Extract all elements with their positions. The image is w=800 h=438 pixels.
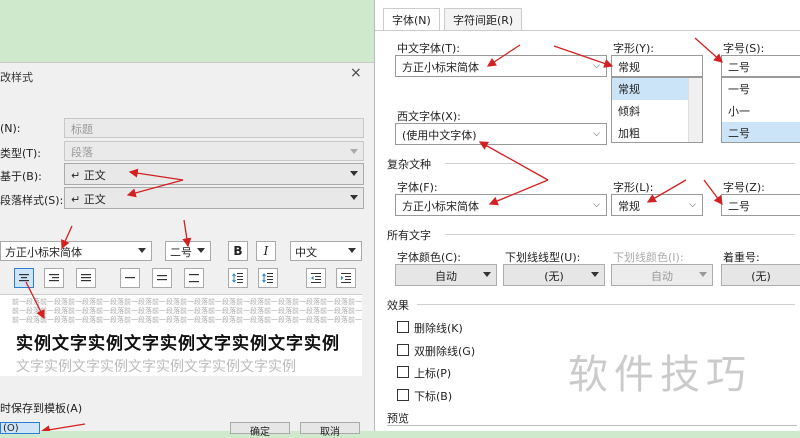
tab-divider bbox=[375, 30, 800, 31]
format-button[interactable]: (O) bbox=[0, 422, 40, 434]
underline-label: 下划线线型(U): bbox=[505, 251, 581, 264]
type-select: 段落 bbox=[64, 141, 364, 161]
size-option[interactable]: 二号 bbox=[722, 122, 800, 142]
underline-select[interactable]: (无) bbox=[503, 264, 605, 286]
based-on-label: 基于(B): bbox=[0, 170, 42, 183]
watermark: 软件技巧 bbox=[568, 352, 752, 398]
preview-prev-line: 前一段落前一段落前一段落前一段落前一段落前一段落前一段落前一段落前一段落前一段落… bbox=[12, 307, 362, 315]
language-select[interactable]: 中文 bbox=[290, 241, 362, 261]
space-after-icon[interactable] bbox=[258, 268, 278, 288]
complex-style-label: 字形(L): bbox=[613, 181, 654, 194]
dialog-title: 改样式 bbox=[0, 71, 33, 84]
based-on-select[interactable]: ↵ 正文 bbox=[64, 163, 364, 185]
close-icon[interactable]: × bbox=[350, 65, 362, 81]
preview-sample-text: 实例文字实例文字实例文字实例文字实例 bbox=[16, 334, 340, 354]
underline-color-label: 下划线颜色(I): bbox=[613, 251, 684, 264]
double-strike-label[interactable]: 双删除线(G) bbox=[414, 343, 475, 359]
ok-button[interactable]: 确定 bbox=[230, 422, 290, 438]
tab-font[interactable]: 字体(N) bbox=[383, 8, 440, 30]
complex-section-title: 复杂文种 bbox=[387, 158, 431, 171]
style-list[interactable]: 常规 倾斜 加粗 bbox=[611, 77, 703, 143]
next-style-select[interactable]: ↵ 正文 bbox=[64, 187, 364, 209]
size-list[interactable]: 一号 小一 二号 bbox=[721, 77, 800, 143]
name-label: (N): bbox=[0, 122, 21, 135]
subscript-label[interactable]: 下标(B) bbox=[414, 388, 452, 404]
modify-style-dialog: 改样式 × (N): 标题 类型(T): 段落 基于(B): ↵ 正文 段落样式… bbox=[0, 62, 374, 438]
style-label: 字形(Y): bbox=[613, 42, 655, 55]
preview-box bbox=[387, 425, 797, 431]
superscript-checkbox[interactable] bbox=[397, 366, 409, 378]
next-style-label: 段落样式(S): bbox=[0, 194, 64, 207]
style-input[interactable]: 常规 bbox=[611, 55, 703, 77]
strikethrough-label[interactable]: 删除线(K) bbox=[414, 320, 463, 336]
size-option[interactable]: 一号 bbox=[722, 78, 800, 100]
tab-bar: 字体(N) 字符间距(R) bbox=[375, 0, 800, 30]
one-half-spacing-icon[interactable] bbox=[152, 268, 172, 288]
italic-button[interactable]: I bbox=[256, 241, 276, 261]
preview-prev-line: 前一段落前一段落前一段落前一段落前一段落前一段落前一段落前一段落前一段落前一段落… bbox=[12, 298, 362, 306]
west-font-label: 西文字体(X): bbox=[397, 110, 461, 123]
all-text-section-title: 所有文字 bbox=[387, 229, 431, 242]
cancel-button[interactable]: 取消 bbox=[300, 422, 360, 438]
style-scrollbar[interactable] bbox=[688, 78, 702, 142]
single-spacing-icon[interactable] bbox=[120, 268, 140, 288]
align-center-icon[interactable] bbox=[14, 268, 34, 288]
size-input[interactable]: 二号 bbox=[721, 55, 800, 77]
double-spacing-icon[interactable] bbox=[184, 268, 204, 288]
decrease-indent-icon[interactable] bbox=[306, 268, 326, 288]
divider bbox=[445, 234, 795, 235]
complex-size-label: 字号(Z): bbox=[723, 181, 765, 194]
complex-font-label: 字体(F): bbox=[397, 181, 438, 194]
size-select[interactable]: 二号 bbox=[165, 241, 211, 261]
double-strike-checkbox[interactable] bbox=[397, 344, 409, 356]
increase-indent-icon[interactable] bbox=[336, 268, 356, 288]
underline-color-select: 自动 bbox=[611, 264, 713, 286]
bold-button[interactable]: B bbox=[228, 241, 248, 261]
west-font-combo[interactable]: (使用中文字体) ⌵ bbox=[395, 123, 607, 145]
name-field: 标题 bbox=[64, 118, 364, 138]
cn-font-combo[interactable]: 方正小标宋简体 ⌵ bbox=[395, 55, 607, 77]
cn-font-label: 中文字体(T): bbox=[397, 42, 461, 55]
tab-char-spacing[interactable]: 字符间距(R) bbox=[444, 8, 523, 30]
strikethrough-checkbox[interactable] bbox=[397, 321, 409, 333]
justify-icon[interactable] bbox=[76, 268, 96, 288]
preview-section-title: 预览 bbox=[387, 412, 409, 425]
divider bbox=[445, 163, 795, 164]
font-color-label: 字体颜色(C): bbox=[397, 251, 461, 264]
emphasis-select[interactable]: (无) bbox=[721, 264, 800, 286]
complex-style-combo[interactable]: 常规 ⌵ bbox=[611, 194, 703, 216]
size-option[interactable]: 小一 bbox=[722, 100, 800, 122]
font-color-select[interactable]: 自动 bbox=[395, 264, 497, 286]
divider bbox=[417, 304, 795, 305]
save-to-template-label[interactable]: 时保存到模板(A) bbox=[0, 400, 82, 416]
superscript-label[interactable]: 上标(P) bbox=[414, 365, 451, 381]
background-window bbox=[0, 0, 380, 62]
align-right-icon[interactable] bbox=[44, 268, 64, 288]
complex-size-combo[interactable]: 二号 bbox=[721, 194, 800, 216]
style-preview: 前一段落前一段落前一段落前一段落前一段落前一段落前一段落前一段落前一段落前一段落… bbox=[0, 294, 362, 376]
preview-next-text: 文字实例文字实例文字实例文字实例文字实例 bbox=[16, 359, 296, 375]
effects-section-title: 效果 bbox=[387, 299, 409, 312]
size-label: 字号(S): bbox=[723, 42, 765, 55]
emphasis-label: 着重号: bbox=[723, 251, 760, 264]
space-before-icon[interactable] bbox=[228, 268, 248, 288]
subscript-checkbox[interactable] bbox=[397, 389, 409, 401]
font-select[interactable]: 方正小标宋简体 bbox=[0, 241, 152, 261]
complex-font-combo[interactable]: 方正小标宋简体 ⌵ bbox=[395, 194, 607, 216]
preview-prev-line: 前一段落前一段落前一段落前一段落前一段落前一段落前一段落前一段落前一段落前一段落… bbox=[12, 316, 362, 324]
type-label: 类型(T): bbox=[0, 147, 42, 160]
